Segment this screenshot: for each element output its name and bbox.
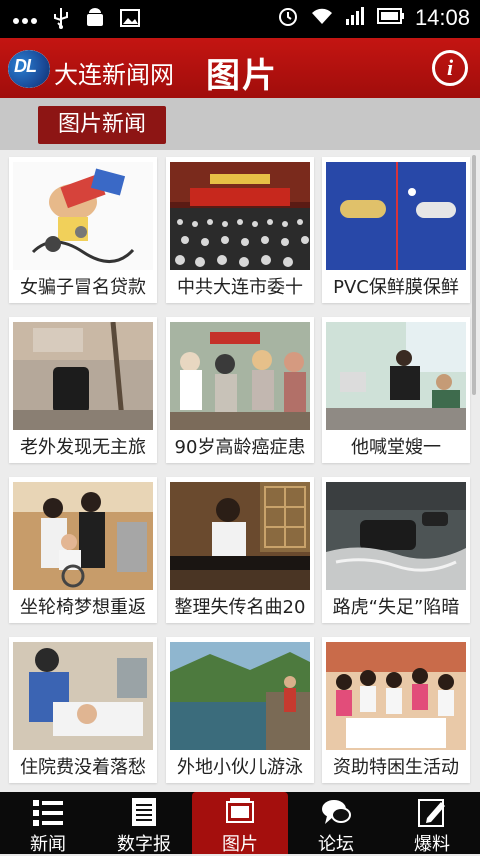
site-name: 大连新闻网 [54,61,174,89]
usb-icon [52,6,70,34]
guqin-thumb [170,482,310,590]
info-button[interactable]: i [432,50,468,86]
photo-caption: 住院费没着落愁 [20,757,146,778]
photo-item[interactable]: 路虎“失足”陷暗 [322,477,470,623]
photo-grid: 女骗子冒名贷款 中共大连市委十 PVC保鲜膜保鲜 老外发现无主旅 90岁高龄癌症… [0,150,480,792]
photo-item[interactable]: 中共大连市委十 [166,157,314,303]
photo-item[interactable]: 他喊堂嫂一 [322,317,470,463]
info-icon: i [446,55,454,80]
nav-label: 论坛 [318,834,354,855]
list-icon [33,796,63,828]
nav-digital-paper[interactable]: 数字报 [96,792,192,855]
chat-icon [321,796,351,828]
photo-caption: 老外发现无主旅 [20,437,146,458]
nav-label: 数字报 [117,834,171,855]
tab-photo-news[interactable]: 图片新闻 [38,106,166,144]
photo-caption: 整理失传名曲20 [174,597,306,618]
photo-caption: 90岁高龄癌症患 [174,437,306,458]
site-logo[interactable]: DL [8,50,50,88]
category-bar: 图片新闻 [0,98,480,150]
android-debug-icon [84,7,106,33]
wheelchair-thumb [13,482,153,590]
wifi-icon [309,6,335,30]
photo-item[interactable]: PVC保鲜膜保鲜 [322,157,470,303]
scrollbar[interactable] [472,155,476,395]
image-icon [120,9,140,31]
photo-caption: 外地小伙儿游泳 [177,757,303,778]
signal-icon [345,6,367,30]
photo-item[interactable]: 女骗子冒名贷款 [9,157,157,303]
photo-caption: PVC保鲜膜保鲜 [333,277,459,298]
luggage-thumb [13,322,153,430]
students-thumb [326,642,466,750]
meeting-thumb [170,162,310,270]
edit-icon [417,796,447,828]
cartoon-thumb [13,162,153,270]
photo-caption: 女骗子冒名贷款 [20,277,146,298]
nav-photos[interactable]: 图片 [192,792,288,855]
nav-label: 爆料 [414,834,450,855]
hospital-thumb [13,642,153,750]
photo-item[interactable]: 90岁高龄癌症患 [166,317,314,463]
photo-item[interactable]: 整理失传名曲20 [166,477,314,623]
photo-item[interactable]: 老外发现无主旅 [9,317,157,463]
nav-label: 新闻 [30,834,66,855]
alarm-icon [277,5,299,31]
nav-tips[interactable]: 爆料 [384,792,480,855]
clock: 14:08 [414,5,470,30]
nav-label: 图片 [222,834,258,855]
wrap-thumb [326,162,466,270]
nav-forum[interactable]: 论坛 [288,792,384,855]
photo-caption: 中共大连市委十 [177,277,303,298]
photo-icon [225,796,255,828]
lake-thumb [170,642,310,750]
app-bar: DL 大连新闻网 图片 i [0,38,480,98]
photo-item[interactable]: 坐轮椅梦想重返 [9,477,157,623]
crowd-thumb [170,322,310,430]
status-bar: 14:08 [0,0,480,38]
newspaper-icon [129,796,159,828]
photo-item[interactable]: 住院费没着落愁 [9,637,157,783]
photo-caption: 他喊堂嫂一 [351,437,441,458]
battery-icon [376,7,405,29]
photo-item[interactable]: 资助特困生活动 [322,637,470,783]
photo-caption: 路虎“失足”陷暗 [332,597,460,618]
photo-caption: 坐轮椅梦想重返 [20,597,146,618]
photo-caption: 资助特困生活动 [333,757,459,778]
page-title: 图片 [206,56,278,96]
nav-news[interactable]: 新闻 [0,792,96,855]
room-thumb [326,322,466,430]
flood-thumb [326,482,466,590]
bottom-nav: 新闻 数字报 图片 论坛 爆料 [0,792,480,855]
more-dots-icon [12,11,38,30]
photo-item[interactable]: 外地小伙儿游泳 [166,637,314,783]
